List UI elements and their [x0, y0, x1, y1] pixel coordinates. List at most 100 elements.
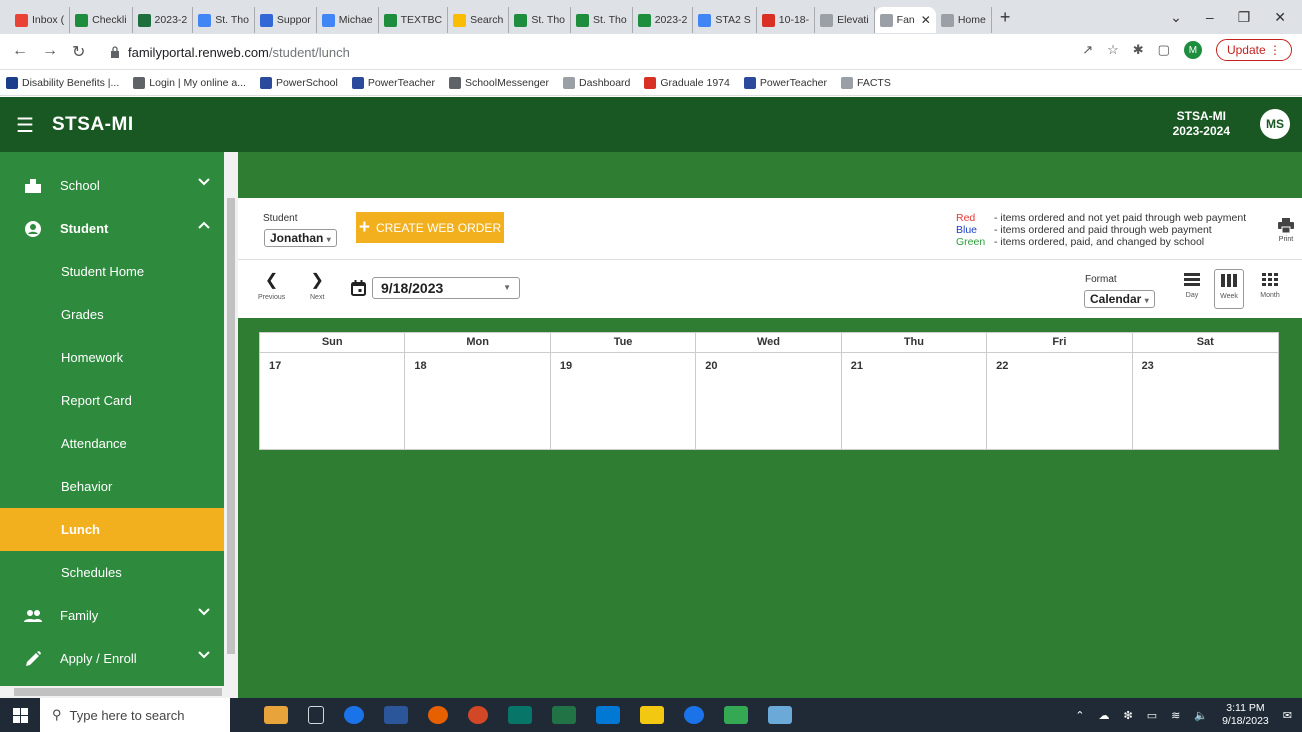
browser-tab[interactable]: Home — [936, 7, 992, 33]
view-week-button[interactable]: Week — [1214, 269, 1244, 309]
sidebar-item-school[interactable]: School — [0, 164, 224, 207]
excel-icon[interactable] — [552, 706, 576, 724]
chrome-profile-icon[interactable] — [684, 706, 704, 724]
bookmark-item[interactable]: SchoolMessenger — [448, 76, 549, 89]
tab-search-icon[interactable]: ⌄ — [1170, 9, 1182, 26]
next-week-button[interactable]: ❯ Next — [310, 270, 324, 301]
word-icon[interactable] — [384, 706, 408, 724]
profile-avatar[interactable]: M — [1183, 41, 1202, 59]
share-icon[interactable]: ↗ — [1082, 42, 1093, 58]
browser-tab[interactable]: Checkli — [70, 7, 133, 33]
back-icon[interactable]: ← — [12, 42, 28, 62]
bookmark-item[interactable]: PowerSchool — [259, 76, 338, 89]
create-web-order-button[interactable]: + CREATE WEB ORDER — [356, 212, 504, 243]
onedrive-icon[interactable]: ☁ — [1099, 709, 1110, 722]
date-field[interactable]: 9/18/2023 ▼ — [372, 277, 520, 299]
task-view-icon[interactable] — [308, 706, 324, 724]
close-tab-icon[interactable]: ✕ — [921, 13, 931, 27]
bookmark-item[interactable]: Login | My online a... — [133, 76, 246, 89]
sidebar-item-lunch[interactable]: Lunch — [0, 508, 224, 551]
sidebar-item-behavior[interactable]: Behavior — [0, 465, 224, 508]
calendar-day-column[interactable]: Mon 18 — [405, 333, 551, 449]
browser-tab[interactable]: Fan ✕ — [874, 7, 936, 33]
file-explorer-icon[interactable] — [640, 706, 664, 724]
sidebar-item-homework[interactable]: Homework — [0, 336, 224, 379]
volume-icon[interactable]: 🔈 — [1194, 709, 1208, 722]
url-field[interactable]: familyportal.renweb.com/student/lunch — [98, 39, 1108, 65]
browser-tab[interactable]: Elevati — [815, 7, 875, 33]
new-tab-button[interactable]: + — [1000, 7, 1011, 28]
star-icon[interactable]: ☆ — [1107, 42, 1119, 58]
tab-favicon-icon — [879, 13, 893, 27]
sidebar-item-student-home[interactable]: Student Home — [0, 250, 224, 293]
bookmark-item[interactable]: Graduale 1974 — [644, 76, 730, 89]
previous-week-button[interactable]: ❮ Previous — [258, 270, 285, 301]
google-drive-icon[interactable] — [724, 706, 748, 724]
browser-tab[interactable]: Suppor — [255, 7, 317, 33]
firefox-icon[interactable] — [428, 706, 448, 724]
calendar-day-column[interactable]: Sun 17 — [260, 333, 406, 449]
sidebar-item-family[interactable]: Family — [0, 594, 224, 637]
wifi-icon[interactable]: ≋ — [1171, 709, 1180, 722]
browser-tab[interactable]: St. Tho — [509, 7, 572, 33]
network-icon[interactable]: ❇ — [1124, 709, 1133, 722]
sidebar-item-grades[interactable]: Grades — [0, 293, 224, 336]
forward-icon[interactable]: → — [42, 42, 58, 62]
bookmark-item[interactable]: Dashboard — [563, 76, 630, 89]
bookmark-label: PowerSchool — [275, 76, 338, 89]
notifications-icon[interactable]: ✉ — [1283, 709, 1292, 722]
chrome-icon[interactable] — [344, 706, 364, 724]
calendar-day-column[interactable]: Thu 21 — [841, 333, 988, 449]
view-month-button[interactable]: Month — [1255, 269, 1285, 309]
minimize-button[interactable]: – — [1206, 9, 1214, 25]
browser-tab[interactable]: St. Tho — [193, 7, 255, 33]
calendar-day-column[interactable]: Sat 23 — [1132, 333, 1278, 449]
browser-tab[interactable]: Search — [448, 7, 510, 33]
browser-tab[interactable]: St. Tho — [571, 7, 633, 33]
browser-tab[interactable]: 10-18- — [757, 7, 816, 33]
sidebar-item-schedules[interactable]: Schedules — [0, 551, 224, 594]
calendar-day-column[interactable]: Tue 19 — [550, 333, 697, 449]
powerpoint-icon[interactable] — [468, 706, 488, 724]
browser-tab[interactable]: STA2 S — [693, 7, 757, 33]
update-button[interactable]: Update ⋮ — [1215, 39, 1292, 61]
browser-tab[interactable]: Michae — [317, 7, 379, 33]
publisher-icon[interactable] — [508, 706, 532, 724]
browser-tab[interactable]: 2023-2 — [633, 7, 694, 33]
bookmark-item[interactable]: FACTS — [841, 76, 891, 89]
taskbar-search[interactable]: ⚲ Type here to search — [40, 698, 230, 732]
show-hidden-icons[interactable]: ⌃ — [1075, 709, 1084, 722]
reload-icon[interactable]: ↻ — [72, 42, 85, 62]
photos-icon[interactable] — [768, 706, 792, 724]
sidebar-item-apply-enroll[interactable]: Apply / Enroll — [0, 637, 224, 680]
outlook-icon[interactable] — [596, 706, 620, 724]
browser-tab[interactable]: 2023-2 — [133, 7, 194, 33]
windows-start-button[interactable] — [0, 707, 40, 723]
battery-icon[interactable]: ▭ — [1147, 709, 1157, 722]
sidebar-item-attendance[interactable]: Attendance — [0, 422, 224, 465]
calendar-day-column[interactable]: Wed 20 — [696, 333, 842, 449]
maximize-button[interactable]: ❐ — [1238, 9, 1251, 26]
sidebar-item-student[interactable]: Student — [0, 207, 224, 250]
calendar-day-column[interactable]: Fri 22 — [987, 333, 1133, 449]
sidepanel-icon[interactable]: ▢ — [1158, 42, 1170, 58]
calendar-icon[interactable] — [351, 280, 366, 296]
taskbar-clock[interactable]: 3:11 PM 9/18/2023 — [1222, 702, 1269, 728]
bookmark-item[interactable]: Disability Benefits |... — [6, 76, 119, 89]
sidebar-item-report-card[interactable]: Report Card — [0, 379, 224, 422]
close-window-button[interactable]: ✕ — [1274, 9, 1286, 26]
horizontal-scrollbar[interactable] — [0, 686, 238, 698]
briefcase-app-icon[interactable] — [264, 706, 288, 724]
bookmark-item[interactable]: PowerTeacher — [351, 76, 435, 89]
print-button[interactable]: Print — [1278, 218, 1294, 243]
browser-tab[interactable]: TEXTBC — [379, 7, 449, 33]
browser-tab[interactable]: Inbox ( — [10, 7, 71, 33]
user-avatar[interactable]: MS — [1260, 109, 1290, 139]
format-select[interactable]: Calendar ▾ — [1084, 290, 1155, 308]
view-day-button[interactable]: Day — [1177, 269, 1207, 309]
student-select[interactable]: Jonathan ▾ — [264, 229, 337, 247]
sidebar-scrollbar[interactable] — [224, 152, 238, 686]
hamburger-menu-icon[interactable]: ☰ — [16, 113, 34, 138]
extensions-icon[interactable]: ✱ — [1133, 42, 1144, 58]
bookmark-item[interactable]: PowerTeacher — [743, 76, 827, 89]
